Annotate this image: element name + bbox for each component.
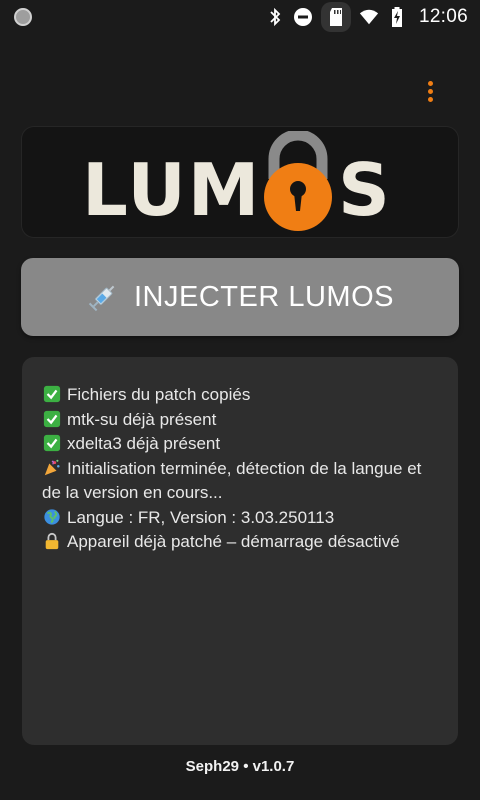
inject-button-label: INJECTER LUMOS [134,280,394,313]
notification-dot-icon [14,8,32,26]
log-panel: Fichiers du patch copiés mtk-su déjà pré… [22,357,458,745]
check-icon [43,385,61,403]
log-entry: Langue : FR, Version : 3.03.250113 [42,506,442,531]
wifi-icon [359,7,379,27]
status-icons: 12:06 [265,0,468,34]
syringe-icon [88,285,115,312]
log-entry: Initialisation terminée, détection de la… [42,458,422,503]
do-not-disturb-icon [293,7,313,27]
bluetooth-icon [265,7,285,27]
log-entry: mtk-su déjà présent [42,408,442,433]
sd-card-icon [320,2,351,32]
log-entry: Fichiers du patch copiés [42,383,442,408]
logo-text-left: LUM [82,148,262,232]
inject-button[interactable]: INJECTER LUMOS [21,258,459,336]
overflow-menu-icon[interactable] [418,76,442,106]
logo-text-right: S [338,148,392,232]
check-icon [43,434,61,452]
logo-lock-icon [264,131,332,231]
log-list: Fichiers du patch copiés mtk-su déjà pré… [42,383,442,555]
globe-icon [44,508,60,525]
battery-charging-icon [387,7,407,27]
footer-version: Seph29 • v1.0.7 [185,758,295,775]
log-entry: xdelta3 déjà présent [42,432,442,457]
lock-icon [45,532,59,550]
status-bar: 12:06 [0,0,480,34]
log-entry: Appareil déjà patché – démarrage désacti… [42,530,442,555]
status-time: 12:06 [418,6,468,27]
party-popper-icon [44,459,60,475]
check-icon [43,410,61,427]
